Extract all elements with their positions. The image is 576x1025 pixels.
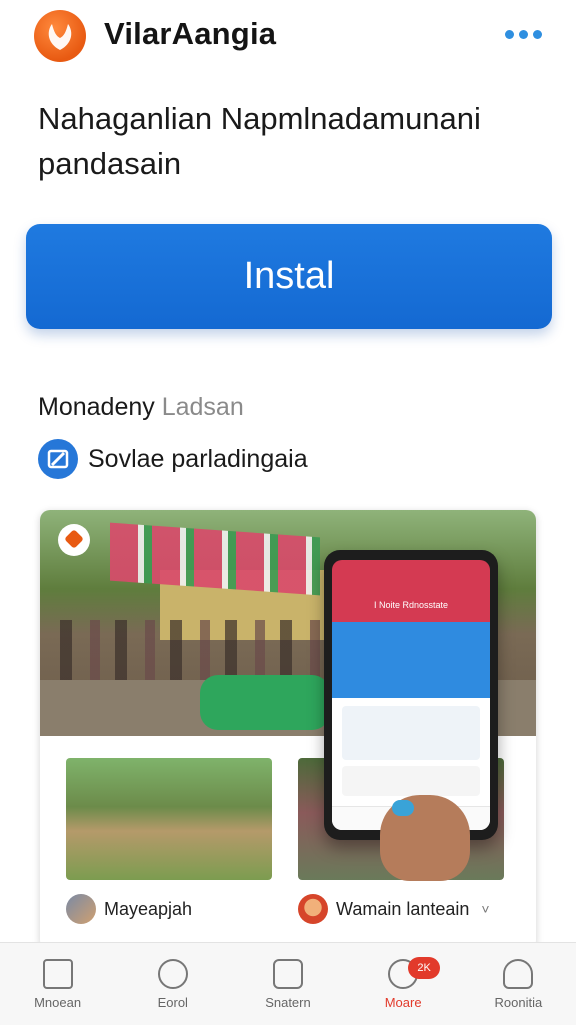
app-logo-icon — [34, 10, 86, 62]
section-title-main: Monadeny — [38, 393, 155, 421]
phone-screen: I Noite Rdnosstate — [332, 560, 490, 830]
thumbnail-1[interactable] — [66, 758, 272, 880]
thumbnail-2-caption[interactable]: Wamain lanteain ˅ — [298, 892, 490, 926]
badge-icon — [58, 524, 90, 556]
grid-icon — [272, 958, 303, 989]
notification-badge: 2K — [408, 957, 441, 979]
phone-screen-title: I Noite Rdnosstate — [373, 600, 449, 610]
profile-icon — [503, 958, 534, 989]
nav-label: Roonitia — [494, 994, 543, 1010]
dot — [519, 30, 528, 39]
caption-text: Wamain lanteain — [336, 898, 470, 919]
section-title: Monadeny Ladsan — [38, 393, 244, 422]
app-description: Nahaganlian Napmlnadamunani pandasain — [38, 101, 481, 181]
nav-label: Mnoean — [34, 994, 82, 1010]
app-name: VilarAangia — [104, 16, 277, 51]
nav-label: Snatern — [265, 994, 311, 1010]
feature-row[interactable]: Sovlae parladingaia — [38, 438, 308, 480]
thumbnail-1-caption[interactable]: Mayeapjah — [66, 892, 192, 926]
nav-item-profile[interactable]: Roonitia — [468, 949, 568, 1019]
compass-icon — [157, 958, 188, 989]
dot — [505, 30, 514, 39]
phone-screen-card — [342, 766, 480, 796]
section-title-muted: Ladsan — [161, 393, 244, 421]
edit-icon — [38, 439, 78, 479]
nav-item-grid[interactable]: Snatern — [238, 949, 338, 1019]
nav-item-home[interactable]: Mnoean — [8, 949, 108, 1019]
app-header: VilarAangia — [0, 0, 576, 74]
caption-text: Mayeapjah — [104, 898, 193, 919]
install-button[interactable]: Instal — [26, 224, 552, 329]
dot — [533, 30, 542, 39]
bunting-banner — [110, 522, 320, 596]
nav-item-messages[interactable]: 2K Moare — [353, 949, 453, 1019]
home-icon — [42, 958, 73, 989]
nav-label: Moare — [384, 994, 422, 1010]
fingernail — [392, 800, 414, 816]
avatar-icon — [298, 894, 328, 924]
avatar-icon — [66, 894, 96, 924]
bottom-nav: Mnoean Eorol Snatern 2K Moare Roonitia — [0, 942, 576, 1025]
more-dots-icon[interactable] — [505, 30, 542, 39]
nav-item-explore[interactable]: Eorol — [123, 949, 223, 1019]
phone-screen-card — [342, 706, 480, 760]
feature-label: Sovlae parladingaia — [88, 444, 308, 473]
chevron-down-icon: ˅ — [481, 901, 490, 917]
scooter — [200, 675, 330, 730]
nav-label: Eorol — [157, 994, 188, 1010]
